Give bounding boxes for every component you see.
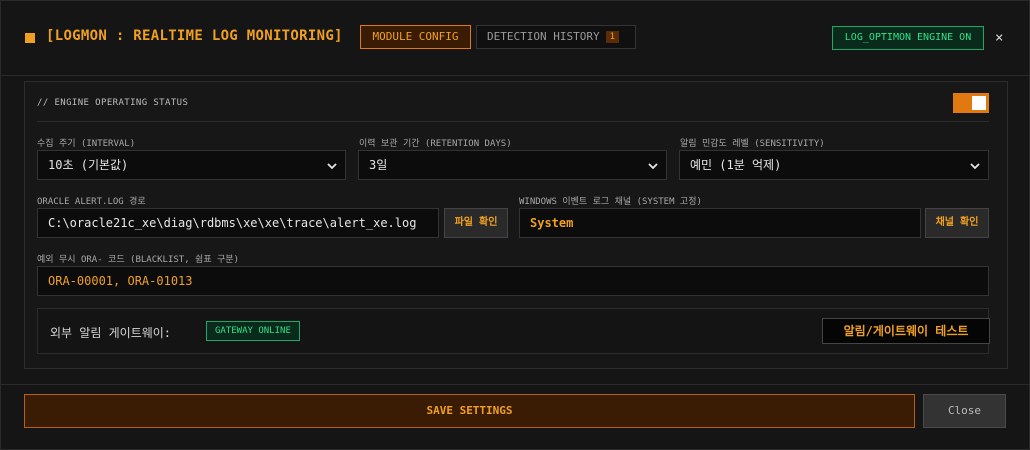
tab-module-config[interactable]: MODULE CONFIG [360, 25, 471, 49]
retention-select[interactable]: 3일 [358, 150, 667, 180]
chevron-down-icon [327, 163, 337, 170]
gateway-test-button[interactable]: 알림/게이트웨이 테스트 [822, 318, 990, 344]
blacklist-input[interactable]: ORA-00001, ORA-01013 [37, 266, 989, 296]
engine-config-panel: // ENGINE OPERATING STATUS 수집 주기 (INTERV… [24, 81, 1008, 369]
engine-status-badge: LOG_OPTIMON ENGINE ON [832, 26, 984, 50]
section-divider [37, 121, 989, 122]
alert-log-path-input[interactable]: C:\oracle21c_xe\diag\rdbms\xe\xe\trace\a… [37, 208, 439, 238]
toggle-knob [972, 96, 986, 110]
history-count-badge: 1 [605, 31, 620, 43]
retention-value: 3일 [369, 158, 388, 172]
save-settings-button[interactable]: SAVE SETTINGS [24, 394, 915, 428]
modal-header: [LOGMON : REALTIME LOG MONITORING] MODUL… [1, 1, 1029, 76]
check-file-button[interactable]: 파일 확인 [444, 208, 508, 238]
interval-label: 수집 주기 (INTERVAL) [37, 139, 136, 149]
title-square-icon [25, 33, 35, 43]
footer-divider [1, 384, 1029, 385]
close-icon[interactable]: × [995, 30, 1003, 46]
close-button[interactable]: Close [923, 394, 1006, 428]
chevron-down-icon [970, 163, 980, 170]
event-channel-label: WINDOWS 이벤트 로그 채널 (SYSTEM 고정) [519, 197, 702, 207]
gateway-label: 외부 알림 게이트웨이: [50, 326, 172, 340]
alert-log-label: ORACLE ALERT.LOG 경로 [37, 197, 146, 207]
engine-toggle[interactable] [953, 93, 989, 113]
interval-select[interactable]: 10초 (기본값) [37, 150, 346, 180]
section-title: // ENGINE OPERATING STATUS [37, 98, 189, 108]
chevron-down-icon [648, 163, 658, 170]
gateway-status-badge: GATEWAY ONLINE [206, 321, 300, 341]
tab-detection-history-label: DETECTION HISTORY [487, 30, 600, 43]
retention-label: 이력 보관 기간 (RETENTION DAYS) [359, 139, 512, 149]
page-title: [LOGMON : REALTIME LOG MONITORING] [46, 28, 343, 44]
interval-value: 10초 (기본값) [48, 158, 129, 172]
check-channel-button[interactable]: 채널 확인 [925, 208, 989, 238]
blacklist-label: 예외 무시 ORA- 코드 (BLACKLIST, 쉼표 구분) [37, 255, 240, 265]
gateway-section: 외부 알림 게이트웨이: GATEWAY ONLINE 알림/게이트웨이 테스트 [37, 308, 990, 354]
sensitivity-value: 예민 (1분 억제) [690, 158, 782, 172]
config-modal: [LOGMON : REALTIME LOG MONITORING] MODUL… [0, 0, 1030, 450]
event-channel-input[interactable]: System [519, 208, 921, 238]
sensitivity-label: 알림 민감도 레벨 (SENSITIVITY) [680, 139, 825, 149]
tab-detection-history[interactable]: DETECTION HISTORY 1 [476, 25, 636, 49]
sensitivity-select[interactable]: 예민 (1분 억제) [679, 150, 989, 180]
